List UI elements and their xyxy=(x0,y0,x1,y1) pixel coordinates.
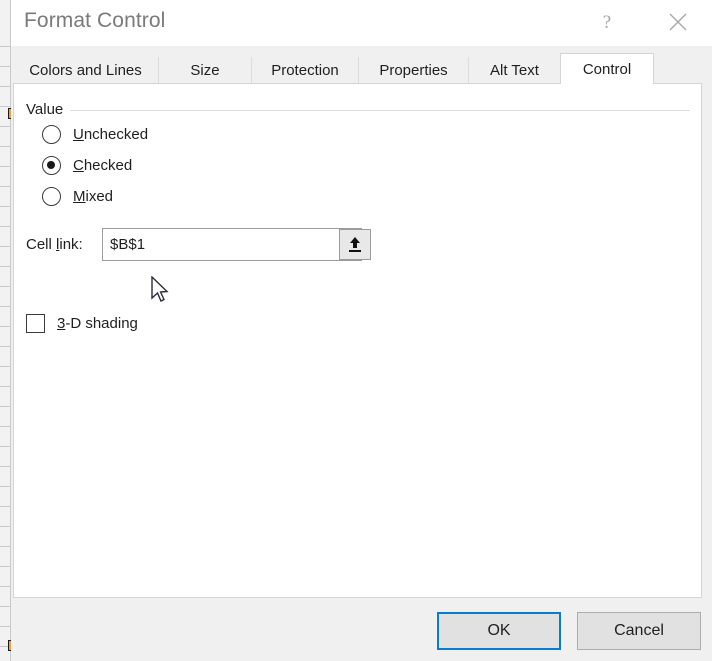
accel-key: C xyxy=(73,156,84,174)
excel-gridline xyxy=(0,366,11,367)
excel-gridline xyxy=(0,246,11,247)
excel-gridline xyxy=(0,146,11,147)
excel-gridline xyxy=(0,286,11,287)
value-group-label: Value xyxy=(26,101,71,118)
excel-gridline xyxy=(0,446,11,447)
excel-gridline xyxy=(0,126,11,127)
excel-gridline xyxy=(0,46,11,47)
tab-colors-and-lines[interactable]: Colors and Lines xyxy=(13,57,158,84)
excel-gridline xyxy=(0,426,11,427)
excel-gridline xyxy=(0,486,11,487)
radio-unchecked-mark[interactable] xyxy=(42,124,61,144)
excel-gridline xyxy=(0,546,11,547)
radio-checked-label: Checked xyxy=(73,157,132,174)
checkbox-3d-shading-mark[interactable] xyxy=(26,314,45,333)
excel-gridline xyxy=(0,226,11,227)
cell-link-range-select-button[interactable] xyxy=(339,229,371,260)
value-group-rule xyxy=(26,110,690,111)
tab-size[interactable]: Size xyxy=(158,57,251,84)
accel-key: U xyxy=(73,125,84,143)
excel-gridline xyxy=(0,386,11,387)
excel-gridline xyxy=(0,466,11,467)
excel-gridline xyxy=(0,586,11,587)
cell-link-label: Cell link: xyxy=(26,236,83,253)
excel-gridline xyxy=(0,186,11,187)
excel-gridline xyxy=(0,626,11,627)
question-mark-icon: ? xyxy=(602,11,612,33)
label-pre: Cell xyxy=(26,236,57,253)
excel-gridline xyxy=(0,306,11,307)
excel-gridline xyxy=(0,106,11,107)
excel-row-header-strip[interactable] xyxy=(0,0,11,661)
excel-gridline xyxy=(0,566,11,567)
radio-mixed-mark[interactable] xyxy=(42,186,61,206)
tab-protection[interactable]: Protection xyxy=(251,57,358,84)
excel-gridline xyxy=(0,606,11,607)
format-control-dialog: Format Control ? Colors and Lines Size P… xyxy=(11,0,712,661)
excel-gridline xyxy=(0,266,11,267)
radio-mixed-label: Mixed xyxy=(73,188,113,205)
checkbox-3d-shading-label: 3-D shading xyxy=(57,315,138,332)
radio-mixed[interactable]: Mixed xyxy=(42,185,113,207)
cancel-button[interactable]: Cancel xyxy=(577,612,701,650)
cell-link-input[interactable]: $B$1 xyxy=(102,228,362,261)
close-icon xyxy=(669,13,687,31)
label-post: ink: xyxy=(59,236,83,253)
dialog-titlebar: Format Control ? xyxy=(11,0,712,46)
tab-strip: Colors and Lines Size Protection Propert… xyxy=(11,46,712,84)
radio-unchecked[interactable]: Unchecked xyxy=(42,123,148,145)
label-rest: ixed xyxy=(85,187,114,205)
label-rest: hecked xyxy=(83,156,133,174)
excel-gridline xyxy=(0,346,11,347)
excel-gridline xyxy=(0,86,11,87)
page-title: Format Control xyxy=(24,9,166,32)
tab-properties[interactable]: Properties xyxy=(358,57,468,84)
control-tab-panel: Value Unchecked Checked Mixed Cell link:… xyxy=(13,83,702,598)
label-rest: nchecked xyxy=(83,125,149,143)
label-rest: -D shading xyxy=(65,315,138,332)
radio-checked-mark[interactable] xyxy=(42,155,61,175)
excel-gridline xyxy=(0,526,11,527)
excel-gridline xyxy=(0,506,11,507)
excel-gridline xyxy=(0,66,11,67)
radio-checked[interactable]: Checked xyxy=(42,154,132,176)
excel-gridline xyxy=(0,166,11,167)
tab-control[interactable]: Control xyxy=(560,53,654,84)
checkbox-3d-shading[interactable]: 3-D shading xyxy=(26,314,138,333)
ok-button[interactable]: OK xyxy=(437,612,561,650)
tab-alt-text[interactable]: Alt Text xyxy=(468,57,560,84)
help-button[interactable]: ? xyxy=(584,0,630,44)
close-button[interactable] xyxy=(655,0,701,44)
radio-unchecked-label: Unchecked xyxy=(73,126,148,143)
accel-key: M xyxy=(73,187,86,205)
excel-gridline xyxy=(0,206,11,207)
collapse-dialog-up-arrow-icon xyxy=(349,236,361,252)
excel-gridline xyxy=(0,326,11,327)
excel-gridline xyxy=(0,406,11,407)
